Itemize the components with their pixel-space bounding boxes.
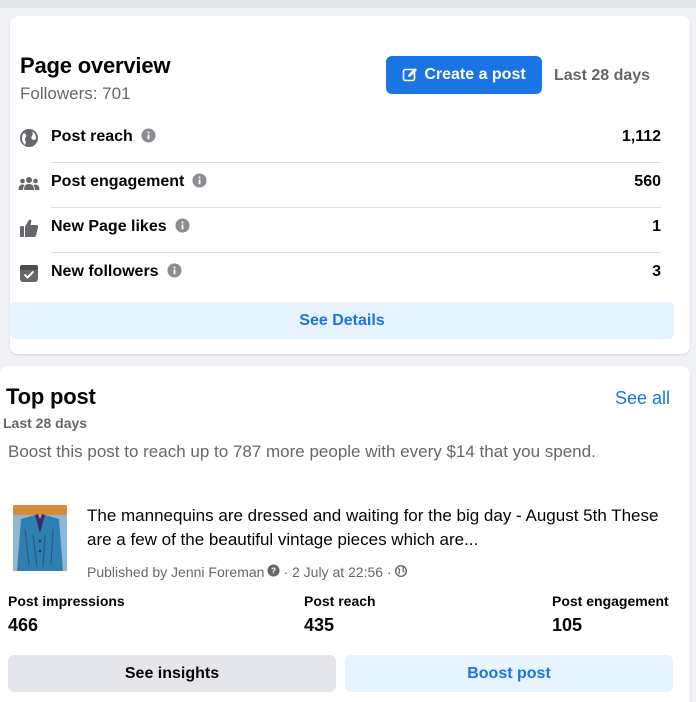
stat-post-reach: Post reach 435: [304, 593, 376, 636]
info-icon[interactable]: [175, 218, 190, 238]
post-thumbnail[interactable]: [13, 505, 67, 571]
info-icon[interactable]: [141, 128, 156, 148]
follow-icon: [18, 262, 40, 284]
create-post-button[interactable]: Create a post: [386, 56, 542, 94]
top-post-title: Top post: [6, 384, 96, 409]
overview-period: Last 28 days: [554, 67, 651, 84]
metric-new-page-likes: New Page likes 1: [18, 209, 661, 253]
metric-post-reach: Post reach 1,112: [18, 119, 661, 163]
stat-label: Post impressions: [8, 593, 125, 609]
see-insights-button[interactable]: See insights: [8, 655, 336, 692]
boost-message: Boost this post to reach up to 787 more …: [8, 442, 596, 461]
page-overview-title: Page overview: [20, 53, 171, 78]
metric-new-followers: New followers 3: [18, 254, 661, 298]
people-icon: [18, 172, 40, 194]
page-overview-card: Page overview Followers: 701 Create a po…: [10, 16, 690, 354]
published-by: Published by Jenni Foreman: [87, 564, 265, 580]
divider: [51, 252, 661, 253]
metric-label: Post engagement: [51, 173, 185, 190]
globe-small-icon: [394, 564, 407, 580]
stat-value: 105: [552, 615, 583, 635]
globe-icon: [18, 127, 40, 149]
stat-value: 466: [8, 615, 39, 635]
stat-post-engagement: Post engagement 105: [552, 593, 669, 636]
stat-label: Post reach: [304, 593, 376, 609]
metric-label: New followers: [51, 263, 159, 280]
info-icon[interactable]: [192, 173, 207, 193]
top-strip: [0, 0, 696, 8]
create-post-label: Create a post: [424, 66, 526, 83]
info-icon[interactable]: [167, 263, 182, 283]
see-all-link[interactable]: See all: [615, 388, 670, 409]
stat-post-impressions: Post impressions 466: [8, 593, 125, 636]
metric-label: New Page likes: [51, 218, 167, 235]
stat-value: 435: [304, 615, 335, 635]
top-post-card: Top post Last 28 days See all Boost this…: [0, 366, 690, 702]
svg-text:?: ?: [271, 566, 276, 576]
divider: [51, 162, 661, 163]
metric-value: 1: [652, 218, 661, 235]
post-date: · 2 July at 22:56 ·: [283, 564, 392, 580]
metric-value: 560: [634, 173, 661, 190]
metric-value: 3: [652, 263, 661, 280]
metric-label: Post reach: [51, 128, 133, 145]
thumbs-up-icon: [18, 217, 40, 239]
post-meta: Published by Jenni Foreman ? · 2 July at…: [87, 564, 407, 580]
metric-post-engagement: Post engagement 560: [18, 164, 661, 208]
edit-icon: [402, 67, 418, 83]
stat-label: Post engagement: [552, 593, 669, 609]
help-icon: ?: [267, 564, 280, 580]
boost-post-button[interactable]: Boost post: [345, 655, 673, 692]
followers-count: Followers: 701: [20, 84, 131, 103]
top-post-period: Last 28 days: [3, 415, 88, 431]
post-text[interactable]: The mannequins are dressed and waiting f…: [87, 504, 682, 552]
divider: [51, 207, 661, 208]
see-details-button[interactable]: See Details: [10, 302, 674, 339]
metric-value: 1,112: [621, 128, 661, 145]
